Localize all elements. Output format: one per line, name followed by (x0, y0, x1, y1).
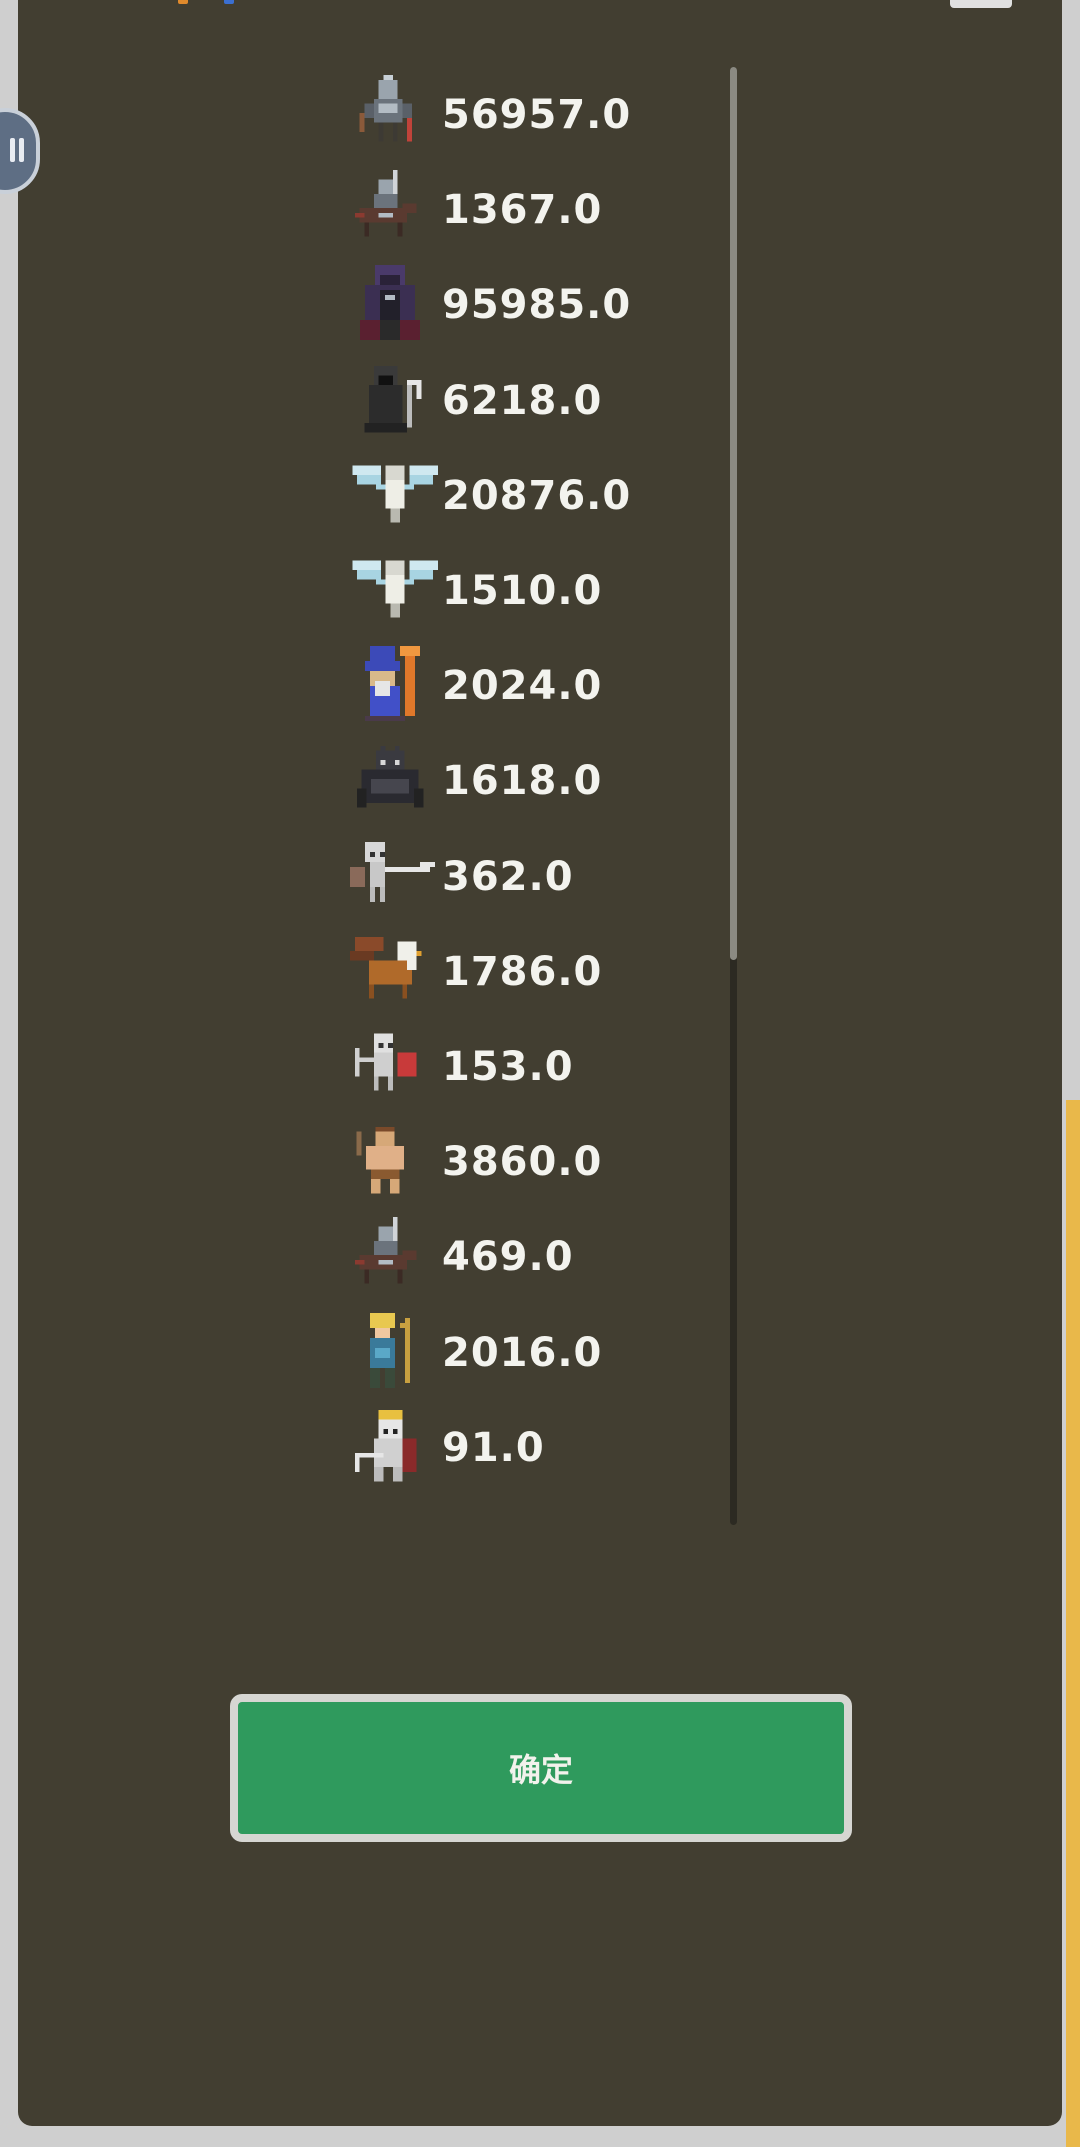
unit-row[interactable]: 1510.0 (332, 543, 692, 638)
pause-icon (10, 138, 24, 166)
mounted-knight-icon (332, 162, 442, 257)
unit-value: 153.0 (442, 1043, 574, 1090)
unit-value: 1367.0 (442, 186, 603, 233)
unit-value: 1510.0 (442, 567, 603, 614)
elf-archer-icon (332, 1305, 442, 1400)
unit-value: 2024.0 (442, 662, 603, 709)
wizard-icon (332, 638, 442, 733)
unit-row[interactable]: 469.0 (332, 1209, 692, 1304)
armored-knight-icon (332, 67, 442, 162)
unit-value: 1618.0 (442, 757, 603, 804)
unit-row[interactable]: 2024.0 (332, 638, 692, 733)
unit-row[interactable]: 2016.0 (332, 1305, 692, 1400)
unit-value: 1786.0 (442, 948, 603, 995)
status-bar (0, 0, 1080, 10)
unit-row[interactable]: 1786.0 (332, 924, 692, 1019)
unit-row[interactable]: 20876.0 (332, 448, 692, 543)
unit-value: 6218.0 (442, 377, 603, 424)
angel-icon (332, 543, 442, 638)
notification-icon (178, 0, 188, 4)
confirm-button[interactable]: 确定 (230, 1694, 852, 1842)
angel-icon (332, 448, 442, 543)
unit-value: 3860.0 (442, 1138, 603, 1185)
griffin-icon (332, 924, 442, 1019)
mounted-knight-icon (332, 1209, 442, 1304)
unit-value: 362.0 (442, 853, 574, 900)
unit-value: 91.0 (442, 1424, 545, 1471)
unit-list[interactable]: 56957.0 1367.0 95985.0 6218.0 20876.0 15… (332, 67, 692, 1517)
unit-row[interactable]: 153.0 (332, 1019, 692, 1114)
unit-row[interactable]: 95985.0 (332, 257, 692, 352)
background-edge (1066, 1100, 1080, 2147)
unit-value: 2016.0 (442, 1329, 603, 1376)
unit-value: 20876.0 (442, 472, 632, 519)
skeleton-shield-icon (332, 1019, 442, 1114)
unit-value: 56957.0 (442, 91, 632, 138)
unit-row[interactable]: 1618.0 (332, 733, 692, 828)
skeleton-king-icon (332, 1400, 442, 1495)
barbarian-icon (332, 1114, 442, 1209)
unit-row[interactable]: 362.0 (332, 829, 692, 924)
unit-row[interactable]: 1367.0 (332, 162, 692, 257)
skeleton-swordsman-icon (332, 829, 442, 924)
unit-row[interactable]: 6218.0 (332, 353, 692, 448)
reaper-icon (332, 353, 442, 448)
dark-lord-icon (332, 257, 442, 352)
unit-row[interactable]: 56957.0 (332, 67, 692, 162)
unit-value: 95985.0 (442, 281, 632, 328)
scrollbar-thumb[interactable] (730, 67, 737, 960)
app-notification-icon (224, 0, 234, 4)
scrollbar[interactable] (730, 67, 737, 1525)
unit-row[interactable]: 3860.0 (332, 1114, 692, 1209)
dark-beast-icon (332, 733, 442, 828)
unit-row[interactable]: 91.0 (332, 1400, 692, 1495)
unit-value: 469.0 (442, 1233, 574, 1280)
battery-icon (950, 0, 1012, 8)
